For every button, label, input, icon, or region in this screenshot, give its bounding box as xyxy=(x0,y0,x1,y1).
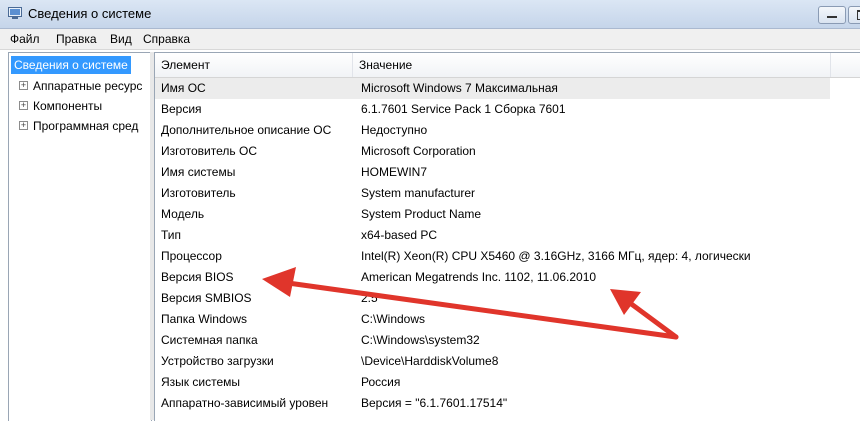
row-element-value: American Megatrends Inc. 1102, 11.06.201… xyxy=(361,270,597,284)
system-info-app-icon xyxy=(8,7,22,19)
table-row[interactable]: Процессор Intel(R) Xeon(R) CPU X5460 @ 3.… xyxy=(155,246,860,267)
table-row[interactable]: Устройство загрузки \Device\HarddiskVolum… xyxy=(155,351,860,372)
table-row[interactable]: Изготовитель System manufacturer xyxy=(155,183,860,204)
row-element-value: 6.1.7601 Service Pack 1 Сборка 7601 xyxy=(361,102,566,116)
row-element-name: Версия SMBIOS xyxy=(161,291,252,305)
row-element-name: Изготовитель ОС xyxy=(161,144,257,158)
row-element-name: Имя системы xyxy=(161,165,236,179)
expand-plus-icon[interactable]: + xyxy=(19,101,28,110)
tree-item-label: Программная сред xyxy=(33,119,139,133)
tree-item-label: Компоненты xyxy=(33,99,103,113)
table-row[interactable]: Модель System Product Name xyxy=(155,204,860,225)
window-title: Сведения о системе xyxy=(28,6,152,21)
row-element-value: \Device\HarddiskVolume8 xyxy=(361,354,499,368)
row-element-name: Дополнительное описание ОС xyxy=(161,123,332,137)
tree-item-components[interactable]: + Компоненты xyxy=(19,97,102,115)
tree-item-hardware-resources[interactable]: + Аппаратные ресурс xyxy=(19,77,142,95)
tree-item-software-environment[interactable]: + Программная сред xyxy=(19,117,138,135)
table-row[interactable]: Аппаратно-зависимый уровен Версия = "6.1.… xyxy=(155,393,860,414)
expand-plus-icon[interactable]: + xyxy=(19,81,28,90)
expand-plus-icon[interactable]: + xyxy=(19,121,28,130)
row-element-value: C:\Windows xyxy=(361,312,426,326)
menu-view[interactable]: Вид xyxy=(110,32,132,46)
table-row[interactable]: Версия 6.1.7601 Service Pack 1 Сборка 760… xyxy=(155,99,860,120)
row-element-value: System Product Name xyxy=(361,207,482,221)
row-element-value: C:\Windows\system32 xyxy=(361,333,480,347)
row-element-name: Аппаратно-зависимый уровен xyxy=(161,396,329,410)
row-element-value: Intel(R) Xeon(R) CPU X5460 @ 3.16GHz, 31… xyxy=(361,249,751,263)
row-element-value: System manufacturer xyxy=(361,186,476,200)
row-element-value: Недоступно xyxy=(361,123,428,137)
table-header: Элемент Значение xyxy=(155,53,860,78)
row-element-value: 2.5 xyxy=(361,291,378,305)
table-row[interactable]: Имя ОС Microsoft Windows 7 Максимальная xyxy=(155,78,830,99)
row-element-name: Язык системы xyxy=(161,375,240,389)
row-element-name: Процессор xyxy=(161,249,222,263)
menu-edit[interactable]: Правка xyxy=(56,32,97,46)
row-element-value: x64-based PC xyxy=(361,228,438,242)
table-row[interactable]: Дополнительное описание ОС Недоступно xyxy=(155,120,860,141)
column-header-value[interactable]: Значение xyxy=(353,53,831,77)
table-row[interactable]: Системная папка C:\Windows\system32 xyxy=(155,330,860,351)
row-element-name: Тип xyxy=(161,228,182,242)
menu-bar: Файл Правка Вид Справка xyxy=(0,29,860,50)
row-element-value: Россия xyxy=(361,375,401,389)
menu-help[interactable]: Справка xyxy=(143,32,190,46)
table-row[interactable]: Изготовитель ОС Microsoft Corporation xyxy=(155,141,860,162)
column-header-element[interactable]: Элемент xyxy=(155,53,353,77)
row-element-name: Версия BIOS xyxy=(161,270,234,284)
category-tree: Сведения о системе + Аппаратные ресурс +… xyxy=(8,52,152,421)
row-element-name: Модель xyxy=(161,207,205,221)
row-element-name: Папка Windows xyxy=(161,312,247,326)
row-element-value: HOMEWIN7 xyxy=(361,165,427,179)
table-row[interactable]: Язык системы Россия xyxy=(155,372,860,393)
title-bar: Сведения о системе xyxy=(0,0,860,29)
tree-item-label: Аппаратные ресурс xyxy=(33,79,143,93)
table-row[interactable]: Тип x64-based PC xyxy=(155,225,860,246)
row-element-name: Имя ОС xyxy=(161,81,206,95)
minimize-icon xyxy=(827,16,837,18)
table-row[interactable]: Папка Windows C:\Windows xyxy=(155,309,860,330)
table-body: Имя ОС Microsoft Windows 7 Максимальная Ве… xyxy=(155,78,860,414)
tree-item-label: Сведения о системе xyxy=(11,56,131,74)
minimize-button[interactable] xyxy=(818,6,846,24)
details-table: Элемент Значение Имя ОС Microsoft Windows… xyxy=(154,52,860,421)
menu-file[interactable]: Файл xyxy=(10,32,40,46)
table-row[interactable]: Версия SMBIOS 2.5 xyxy=(155,288,860,309)
table-row[interactable]: Имя системы HOMEWIN7 xyxy=(155,162,860,183)
row-element-value: Microsoft Windows 7 Максимальная xyxy=(361,81,558,95)
row-element-value: Версия = "6.1.7601.17514" xyxy=(361,396,508,410)
row-element-value: Microsoft Corporation xyxy=(361,144,476,158)
row-element-name: Изготовитель xyxy=(161,186,236,200)
maximize-button[interactable] xyxy=(848,6,860,24)
row-element-name: Версия xyxy=(161,102,202,116)
tree-item-system-summary[interactable]: Сведения о системе xyxy=(11,56,131,74)
row-element-name: Системная папка xyxy=(161,333,258,347)
table-row[interactable]: Версия BIOS American Megatrends Inc. 1102… xyxy=(155,267,860,288)
row-element-name: Устройство загрузки xyxy=(161,354,274,368)
